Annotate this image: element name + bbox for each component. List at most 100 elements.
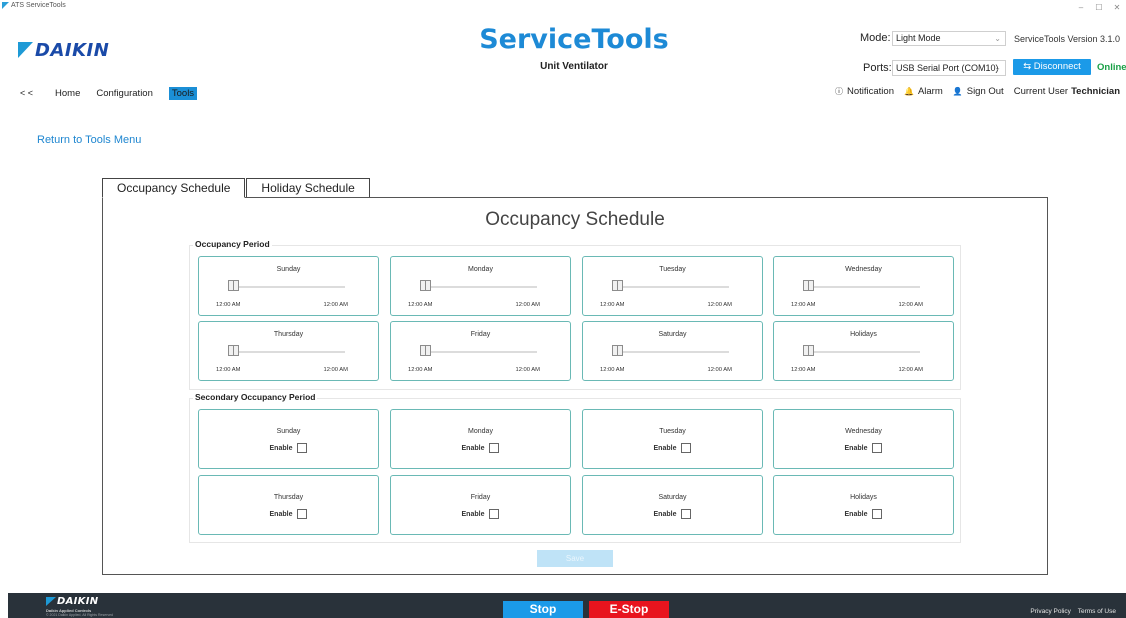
time-slider-handle[interactable] (228, 345, 239, 356)
enable-checkbox[interactable] (681, 443, 692, 453)
time-slider-track[interactable] (233, 351, 345, 353)
app-subtitle: Unit Ventilator (540, 61, 608, 72)
day-label: Thursday (273, 331, 304, 338)
enable-checkbox[interactable] (872, 443, 883, 453)
port-select-value: USB Serial Port (COM10) (896, 63, 999, 73)
secondary-card-monday: Monday Enable (390, 409, 571, 469)
occupancy-period-label: Occupancy Period (193, 239, 272, 249)
sign-out-label: Sign Out (966, 86, 1004, 97)
close-button[interactable]: ✕ (1108, 0, 1126, 16)
enable-row: Enable (199, 443, 378, 453)
time-slider-track[interactable] (425, 351, 537, 353)
mode-label: Mode: (860, 32, 891, 44)
current-user: Current User Technician (1014, 86, 1120, 97)
port-select[interactable]: USB Serial Port (COM10) ⌄ (892, 60, 1006, 76)
time-slider-handle[interactable] (420, 345, 431, 356)
enable-row: Enable (583, 443, 762, 453)
secondary-occupancy-group: Secondary Occupancy Period Sunday Enable… (189, 392, 961, 543)
user-toolbar: ⓘ Notification 🔔 Alarm 👤 Sign Out Curren… (825, 86, 1120, 97)
info-icon: ⓘ (834, 87, 843, 96)
disconnect-button[interactable]: ⇆ Disconnect (1013, 59, 1091, 75)
privacy-policy-link[interactable]: Privacy Policy (1030, 608, 1070, 615)
mode-select[interactable]: Light Mode ⌄ (892, 31, 1006, 46)
bell-icon: 🔔 (903, 87, 914, 96)
time-slider-handle[interactable] (612, 345, 623, 356)
notification-button[interactable]: ⓘ Notification (835, 86, 894, 97)
day-label: Tuesday (659, 428, 686, 435)
alarm-label: Alarm (917, 86, 943, 97)
time-slider-handle[interactable] (228, 280, 239, 291)
enable-label: Enable (844, 510, 868, 518)
footer-logo-text: DAIKIN (57, 596, 99, 607)
window-titlebar: ATS ServiceTools – ☐ ✕ (0, 0, 1126, 16)
end-time: 12:00 AM (323, 302, 349, 308)
alarm-button[interactable]: 🔔 Alarm (904, 86, 943, 97)
time-slider-track[interactable] (425, 286, 537, 288)
time-slider-handle[interactable] (420, 280, 431, 291)
nav-home[interactable]: Home (55, 88, 80, 99)
nav-tools[interactable]: Tools (168, 86, 198, 100)
end-time: 12:00 AM (707, 367, 733, 373)
enable-checkbox[interactable] (297, 509, 308, 519)
save-button[interactable]: Save (537, 550, 613, 567)
occupancy-card-saturday: Saturday 12:00 AM 12:00 AM (582, 321, 763, 381)
enable-checkbox[interactable] (489, 509, 500, 519)
stop-button[interactable]: Stop (503, 601, 583, 618)
time-slider-track[interactable] (617, 351, 729, 353)
main-nav: < < Home Configuration Tools (20, 86, 213, 100)
terms-of-use-link[interactable]: Terms of Use (1078, 608, 1116, 615)
enable-row: Enable (199, 509, 378, 519)
enable-checkbox[interactable] (297, 443, 308, 453)
time-slider-handle[interactable] (803, 345, 814, 356)
enable-label: Enable (653, 510, 677, 518)
maximize-button[interactable]: ☐ (1090, 0, 1108, 16)
start-time: 12:00 AM (600, 367, 625, 373)
current-user-label: Current User (1013, 86, 1069, 97)
secondary-card-friday: Friday Enable (390, 475, 571, 535)
minimize-button[interactable]: – (1072, 0, 1090, 16)
panel-title: Occupancy Schedule (485, 209, 665, 230)
enable-checkbox[interactable] (872, 509, 883, 519)
day-label: Saturday (658, 331, 687, 338)
day-label: Wednesday (845, 428, 882, 435)
nav-configuration[interactable]: Configuration (96, 88, 153, 99)
footer-copyright: © 2021 Daikin Applied, All Rights Reserv… (46, 613, 113, 617)
current-user-name: Technician (1071, 86, 1120, 97)
enable-checkbox[interactable] (489, 443, 500, 453)
enable-row: Enable (391, 509, 570, 519)
secondary-occupancy-label: Secondary Occupancy Period (193, 392, 318, 402)
enable-checkbox[interactable] (681, 509, 692, 519)
version-text: ServiceTools Version 3.1.0 (1014, 34, 1121, 44)
day-label: Friday (470, 494, 491, 501)
e-stop-button[interactable]: E-Stop (589, 601, 669, 618)
occupancy-card-holidays: Holidays 12:00 AM 12:00 AM (773, 321, 954, 381)
sign-out-button[interactable]: 👤 Sign Out (953, 86, 1004, 97)
start-time: 12:00 AM (408, 302, 433, 308)
nav-back-button[interactable]: < < (20, 88, 33, 98)
start-time: 12:00 AM (408, 367, 433, 373)
time-slider-track[interactable] (617, 286, 729, 288)
time-slider-track[interactable] (808, 351, 920, 353)
chevron-down-icon: ⌄ (994, 63, 1001, 72)
day-label: Saturday (658, 494, 687, 501)
tab-occupancy-schedule[interactable]: Occupancy Schedule (102, 178, 246, 198)
time-slider-track[interactable] (233, 286, 345, 288)
schedule-tabs: Occupancy Schedule Holiday Schedule (102, 178, 370, 198)
start-time: 12:00 AM (600, 302, 625, 308)
enable-row: Enable (774, 443, 953, 453)
tab-holiday-schedule[interactable]: Holiday Schedule (246, 178, 370, 198)
return-to-tools-link[interactable]: Return to Tools Menu (37, 134, 141, 146)
time-slider-handle[interactable] (612, 280, 623, 291)
occupancy-card-sunday: Sunday 12:00 AM 12:00 AM (198, 256, 379, 316)
daikin-flag-icon (46, 597, 56, 606)
occupancy-card-tuesday: Tuesday 12:00 AM 12:00 AM (582, 256, 763, 316)
occupancy-card-thursday: Thursday 12:00 AM 12:00 AM (198, 321, 379, 381)
enable-label: Enable (653, 444, 677, 452)
secondary-card-thursday: Thursday Enable (198, 475, 379, 535)
enable-label: Enable (461, 444, 485, 452)
time-slider-handle[interactable] (803, 280, 814, 291)
end-time: 12:00 AM (323, 367, 349, 373)
logo-text: DAIKIN (35, 39, 110, 61)
secondary-card-sunday: Sunday Enable (198, 409, 379, 469)
time-slider-track[interactable] (808, 286, 920, 288)
